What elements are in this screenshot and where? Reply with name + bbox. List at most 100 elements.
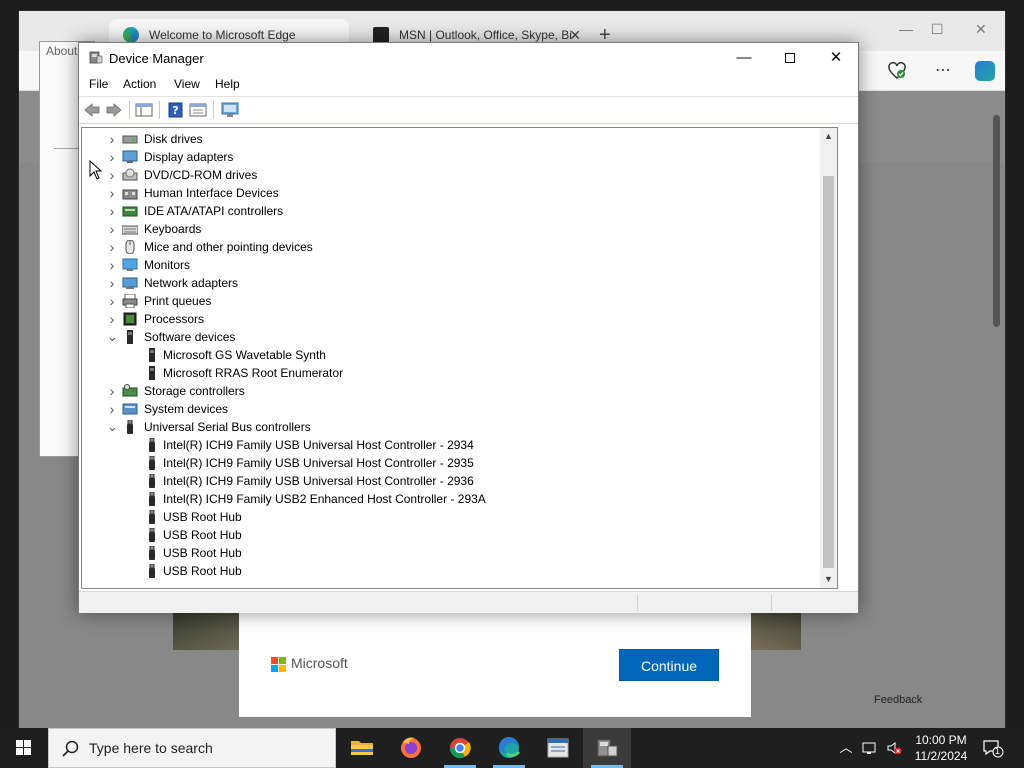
title-bar[interactable]: Device Manager — ✕ — [79, 43, 858, 73]
tree-item-label: Microsoft RRAS Root Enumerator — [163, 366, 344, 380]
chevron-right-icon[interactable]: › — [107, 184, 117, 202]
tree-category[interactable]: › Monitors — [82, 256, 817, 274]
about-panel-label: About — [46, 44, 78, 58]
tree-category[interactable]: › Network adapters — [82, 274, 817, 292]
chrome-icon[interactable] — [436, 728, 484, 768]
back-arrow-icon[interactable] — [83, 102, 101, 118]
windows-start-icon[interactable] — [0, 728, 48, 768]
device-manager-icon[interactable] — [583, 728, 631, 768]
search-placeholder: Type here to search — [89, 740, 213, 756]
minimize-button[interactable]: — — [721, 43, 767, 73]
tree-device[interactable]: Intel(R) ICH9 Family USB Universal Host … — [82, 472, 817, 490]
chevron-right-icon[interactable]: › — [107, 220, 117, 238]
file-explorer-icon[interactable] — [338, 728, 386, 768]
system-device-icon — [122, 403, 138, 415]
mouse-cursor-icon — [89, 160, 103, 180]
tree-item-label: Disk drives — [144, 132, 203, 146]
scroll-down-icon[interactable]: ▼ — [820, 571, 837, 588]
notification-count-badge: 1 — [995, 746, 1001, 756]
show-hidden-icons-icon[interactable]: ︿ — [838, 740, 854, 756]
tree-category[interactable]: › Display adapters — [82, 148, 817, 166]
scan-hardware-changes-icon[interactable] — [221, 102, 239, 118]
feedback-link[interactable]: Feedback — [874, 694, 922, 706]
tree-category[interactable]: › Processors — [82, 310, 817, 328]
tree-category[interactable]: › Storage controllers — [82, 382, 817, 400]
copilot-icon[interactable] — [975, 61, 995, 81]
tree-item-label: Storage controllers — [144, 384, 245, 398]
scrollbar-thumb[interactable] — [823, 176, 834, 568]
tree-device[interactable]: USB Root Hub — [82, 508, 817, 526]
tree-category[interactable]: › Print queues — [82, 292, 817, 310]
forward-arrow-icon[interactable] — [105, 102, 123, 118]
close-button[interactable]: ✕ — [813, 43, 859, 73]
properties-icon[interactable] — [189, 102, 207, 118]
usb-icon — [127, 420, 133, 434]
tree-category[interactable]: › Keyboards — [82, 220, 817, 238]
usb-icon — [149, 510, 155, 524]
chevron-down-icon[interactable]: ⌄ — [107, 418, 118, 436]
chevron-right-icon[interactable]: › — [107, 310, 117, 328]
firefox-icon[interactable] — [387, 728, 435, 768]
edge-icon[interactable] — [485, 728, 533, 768]
tree-device[interactable]: Microsoft GS Wavetable Synth — [82, 346, 817, 364]
chevron-right-icon[interactable]: › — [107, 202, 117, 220]
edge-minimize-icon[interactable]: — — [899, 21, 913, 37]
tree-item-label: Print queues — [144, 294, 212, 308]
tree-category[interactable]: › IDE ATA/ATAPI controllers — [82, 202, 817, 220]
network-icon[interactable] — [862, 740, 878, 756]
menu-file[interactable]: File — [89, 77, 108, 91]
toolbar: ? — [79, 96, 858, 124]
chevron-right-icon[interactable]: › — [107, 274, 117, 292]
tree-category[interactable]: › DVD/CD-ROM drives — [82, 166, 817, 184]
chevron-right-icon[interactable]: › — [107, 166, 117, 184]
taskbar: Type here to search ︿ 10:00 PM 11/2/2024… — [0, 728, 1024, 768]
edge-page-scrollbar[interactable] — [991, 91, 1001, 729]
notification-center-icon[interactable]: 1 — [982, 738, 1004, 758]
tree-category[interactable]: ⌄ Software devices — [82, 328, 817, 346]
tree-scrollbar[interactable]: ▲ ▼ — [820, 128, 837, 588]
more-options-icon[interactable]: ⋯ — [933, 61, 953, 81]
tree-device[interactable]: Intel(R) ICH9 Family USB Universal Host … — [82, 436, 817, 454]
chevron-right-icon[interactable]: › — [107, 130, 117, 148]
system-clock[interactable]: 10:00 PM 11/2/2024 — [906, 732, 976, 764]
chevron-right-icon[interactable]: › — [107, 400, 117, 418]
chevron-right-icon[interactable]: › — [107, 148, 117, 166]
edge-favicon-icon — [123, 27, 139, 43]
taskbar-search-box[interactable]: Type here to search — [48, 728, 336, 768]
chevron-down-icon[interactable]: ⌄ — [107, 328, 118, 346]
chevron-right-icon[interactable]: › — [107, 292, 117, 310]
display-adapter-icon — [122, 150, 138, 163]
help-icon[interactable]: ? — [167, 102, 185, 118]
tree-category[interactable]: › Mice and other pointing devices — [82, 238, 817, 256]
edge-maximize-icon[interactable]: ☐ — [931, 21, 944, 38]
chevron-right-icon[interactable]: › — [107, 238, 117, 256]
tree-device[interactable]: USB Root Hub — [82, 562, 817, 580]
tree-device[interactable]: Intel(R) ICH9 Family USB Universal Host … — [82, 454, 817, 472]
chevron-right-icon[interactable]: › — [107, 382, 117, 400]
tree-category[interactable]: › System devices — [82, 400, 817, 418]
continue-button[interactable]: Continue — [619, 649, 719, 681]
browser-essentials-icon[interactable] — [887, 61, 907, 81]
scroll-up-icon[interactable]: ▲ — [820, 128, 837, 145]
menu-help[interactable]: Help — [215, 77, 240, 91]
show-hide-console-tree-icon[interactable] — [135, 102, 153, 118]
notepad-icon[interactable] — [534, 728, 582, 768]
tree-category[interactable]: ⌄ Universal Serial Bus controllers — [82, 418, 817, 436]
device-tree[interactable]: › Disk drives › Display adapters › DVD/CD-ROM… — [81, 127, 838, 589]
tree-device[interactable]: USB Root Hub — [82, 526, 817, 544]
maximize-icon — [785, 53, 795, 64]
tree-device[interactable]: Microsoft RRAS Root Enumerator — [82, 364, 817, 382]
usb-icon — [149, 546, 155, 560]
tree-device[interactable]: Intel(R) ICH9 Family USB2 Enhanced Host … — [82, 490, 817, 508]
chevron-right-icon[interactable]: › — [107, 256, 117, 274]
tree-category[interactable]: › Human Interface Devices — [82, 184, 817, 202]
menu-action[interactable]: Action — [123, 77, 156, 91]
edge-close-icon[interactable]: ✕ — [975, 21, 987, 38]
usb-icon — [149, 564, 155, 578]
maximize-button[interactable] — [767, 43, 813, 73]
tree-item-label: USB Root Hub — [163, 528, 242, 542]
volume-muted-icon[interactable] — [886, 740, 902, 756]
tree-category[interactable]: › Disk drives — [82, 130, 817, 148]
menu-view[interactable]: View — [174, 77, 200, 91]
tree-device[interactable]: USB Root Hub — [82, 544, 817, 562]
